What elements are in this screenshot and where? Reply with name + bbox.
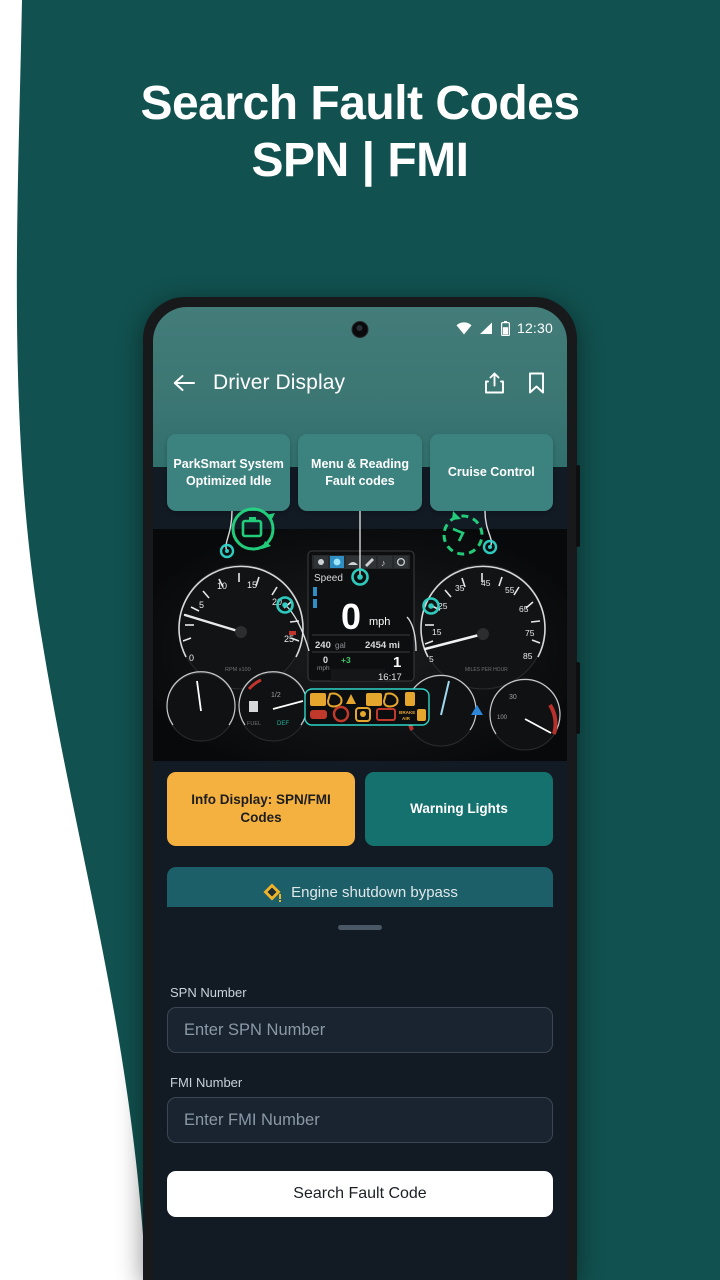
warning-lights-strip: BRAKE AIR [304, 688, 430, 726]
svg-text:0: 0 [341, 596, 361, 637]
dashboard-graphic: 05 10 15 2025 RPM x100 1/2 FUEL DEF 515 … [153, 529, 567, 761]
svg-text:20: 20 [272, 597, 282, 607]
svg-text:55: 55 [505, 585, 515, 595]
front-camera [351, 321, 369, 338]
svg-text:25: 25 [438, 601, 448, 611]
svg-text:15: 15 [432, 627, 442, 637]
svg-text:Speed: Speed [314, 573, 343, 584]
bottom-sheet: SPN Number FMI Number Search Fault Code [153, 907, 567, 1280]
svg-text:25: 25 [284, 634, 294, 644]
power-button[interactable] [576, 662, 580, 734]
svg-text:1/2: 1/2 [271, 692, 281, 699]
cellular-signal-icon [479, 322, 492, 334]
svg-text:100: 100 [497, 715, 508, 721]
headline-line-2: SPN | FMI [251, 133, 469, 187]
fmi-label: FMI Number [170, 1075, 243, 1090]
svg-text:mph: mph [317, 665, 330, 672]
chip-menu-fault-codes[interactable]: Menu & Reading Fault codes [298, 434, 422, 511]
phone-screen: 12:30 Driver Display ParkSmart System Op… [153, 307, 567, 1280]
svg-text:♪: ♪ [381, 558, 386, 568]
svg-text:16:17: 16:17 [378, 672, 402, 683]
fmi-field-group: FMI Number [167, 1075, 553, 1143]
wifi-icon [456, 321, 472, 334]
svg-text:30: 30 [509, 694, 517, 701]
drag-handle[interactable] [338, 925, 382, 930]
action-button-row: Info Display: SPN/FMI Codes Warning Ligh… [153, 772, 567, 846]
bookmark-icon[interactable] [521, 368, 551, 398]
svg-text:1: 1 [393, 654, 401, 671]
svg-text:+3: +3 [341, 655, 351, 665]
svg-text:10: 10 [217, 581, 227, 591]
info-display-button[interactable]: Info Display: SPN/FMI Codes [167, 772, 355, 846]
svg-text:5: 5 [429, 654, 434, 664]
search-fault-code-button[interactable]: Search Fault Code [167, 1171, 553, 1217]
warning-diamond-icon [263, 883, 282, 902]
page-title: Driver Display [213, 371, 346, 394]
promo-headline: Search Fault Codes SPN | FMI [0, 76, 720, 189]
center-info-display: ♪ Speed 0 mph 240 gal 2454 mi 0 mph +3 1… [307, 550, 415, 683]
svg-text:DEF: DEF [277, 721, 289, 727]
svg-text:RPM x100: RPM x100 [225, 667, 251, 673]
spn-input[interactable] [167, 1007, 553, 1053]
dashboard-image: 05 10 15 20 25 RPM x100 1/2 FUEL DEF 5 1… [153, 529, 567, 761]
svg-text:75: 75 [525, 628, 535, 638]
fmi-input[interactable] [167, 1097, 553, 1143]
spn-field-group: SPN Number [167, 985, 553, 1053]
svg-text:0: 0 [189, 653, 194, 663]
arrow-left-icon[interactable] [169, 368, 199, 398]
bypass-label: Engine shutdown bypass [291, 883, 458, 901]
svg-text:35: 35 [455, 583, 465, 593]
chip-cruise-control[interactable]: Cruise Control [429, 434, 553, 511]
svg-text:45: 45 [481, 578, 491, 588]
svg-text:85: 85 [523, 651, 533, 661]
share-icon[interactable] [479, 368, 509, 398]
svg-text:mph: mph [369, 616, 390, 628]
svg-text:65: 65 [519, 604, 529, 614]
svg-text:gal: gal [335, 641, 346, 650]
svg-text:0: 0 [323, 655, 328, 665]
status-bar-time: 12:30 [516, 320, 553, 336]
phone-mockup: 12:30 Driver Display ParkSmart System Op… [143, 297, 580, 1280]
svg-text:240: 240 [315, 640, 331, 651]
svg-text:15: 15 [247, 580, 257, 590]
svg-text:2454 mi: 2454 mi [365, 640, 400, 651]
svg-text:BRAKE: BRAKE [399, 710, 415, 715]
svg-text:AIR: AIR [402, 716, 411, 721]
svg-text:FUEL: FUEL [247, 721, 261, 727]
warning-lights-button[interactable]: Warning Lights [365, 772, 553, 846]
chip-parksmart[interactable]: ParkSmart System Optimized Idle [167, 434, 291, 511]
headline-line-1: Search Fault Codes [140, 77, 580, 130]
feature-chip-row: ParkSmart System Optimized Idle Menu & R… [153, 434, 567, 511]
app-bar: Driver Display [153, 355, 567, 411]
battery-icon [500, 320, 510, 336]
spn-label: SPN Number [170, 985, 247, 1000]
svg-text:MILES PER HOUR: MILES PER HOUR [465, 667, 508, 673]
svg-text:5: 5 [199, 600, 204, 610]
volume-button[interactable] [576, 465, 580, 547]
